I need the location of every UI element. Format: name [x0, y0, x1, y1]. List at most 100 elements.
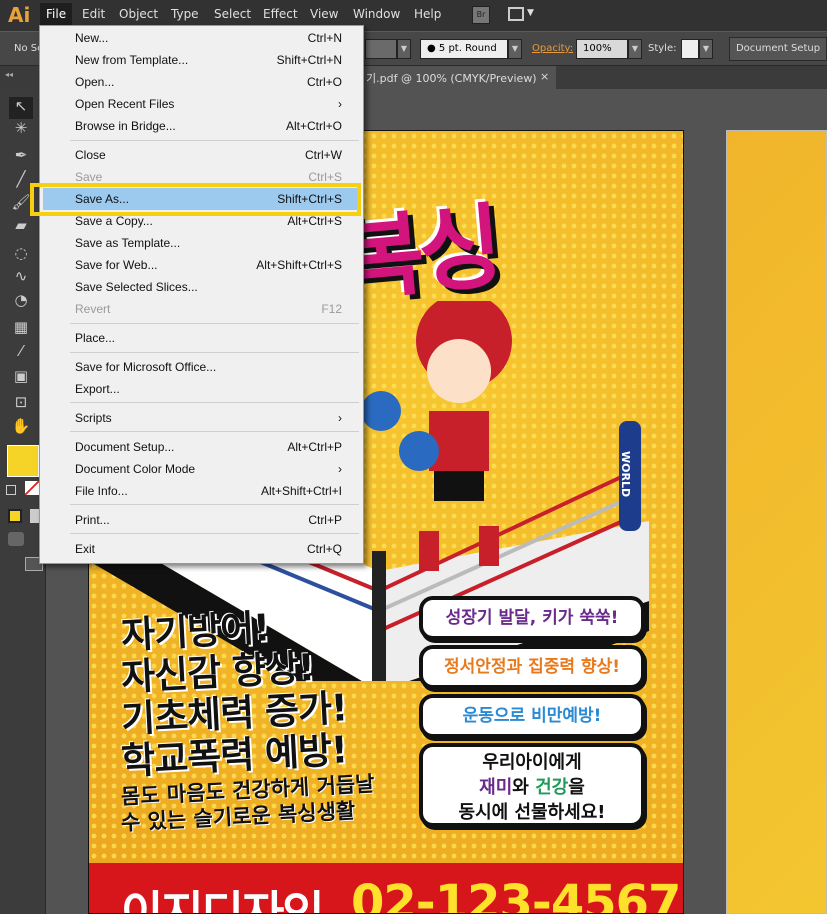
document-setup-button[interactable]: Document Setup	[729, 37, 827, 61]
menu-effect[interactable]: Effect	[263, 7, 298, 21]
magic-wand-tool-icon[interactable]: ✳	[9, 119, 33, 141]
close-tab-icon[interactable]: ×	[540, 70, 549, 83]
menu-item-scripts[interactable]: Scripts ›	[43, 407, 360, 429]
menu-item-file-info[interactable]: File Info... Alt+Shift+Ctrl+I	[43, 480, 360, 502]
menu-item-revert[interactable]: Revert F12	[43, 298, 360, 320]
artboard-secondary	[726, 130, 827, 914]
selection-tool-icon[interactable]: ↖	[9, 97, 33, 119]
menu-item-label: Save for Web...	[75, 258, 158, 272]
fill-swatch[interactable]	[7, 445, 39, 477]
menu-item-shortcut: Ctrl+W	[305, 148, 342, 162]
save-as-highlight-box	[30, 183, 361, 216]
menu-item-label: Place...	[75, 331, 116, 345]
menu-item-open-recent-files[interactable]: Open Recent Files ›	[43, 93, 360, 115]
menu-item-label: New...	[75, 31, 109, 45]
app-logo: Ai	[8, 3, 31, 27]
bridge-button[interactable]: Br	[472, 6, 490, 24]
draw-mode-icon[interactable]	[8, 532, 24, 546]
style-swatch[interactable]	[681, 39, 699, 59]
menu-separator	[70, 504, 359, 505]
eraser-tool-icon[interactable]: ▰	[9, 216, 33, 238]
file-menu-dropdown: New... Ctrl+N New from Template... Shift+Ct…	[39, 25, 364, 564]
menu-item-browse-in-bridge[interactable]: Browse in Bridge... Alt+Ctrl+O	[43, 115, 360, 137]
menu-item-new-from-template[interactable]: New from Template... Shift+Ctrl+N	[43, 49, 360, 71]
menu-window[interactable]: Window	[353, 7, 400, 21]
final-message-box: 우리아이에게 재미와 건강을 동시에 선물하세요!	[419, 743, 645, 827]
menu-item-shortcut: F12	[321, 302, 342, 316]
menu-item-label: Revert	[75, 302, 111, 316]
contact-band: 이지디자인 02-123-4567	[89, 863, 683, 914]
menu-item-close[interactable]: Close Ctrl+W	[43, 144, 360, 166]
menu-item-shortcut: Alt+Ctrl+P	[287, 440, 342, 454]
menu-item-document-setup[interactable]: Document Setup... Alt+Ctrl+P	[43, 436, 360, 458]
submenu-arrow-icon: ›	[338, 97, 342, 111]
menu-item-label: Scripts	[75, 411, 112, 425]
collapse-panels-icon[interactable]: ◂◂	[5, 70, 13, 79]
menu-help[interactable]: Help	[414, 7, 441, 21]
benefit-box: 정서안정과 집중력 향상!	[419, 645, 645, 689]
opacity-label[interactable]: Opacity:	[532, 43, 573, 54]
workspace-switcher-icon[interactable]	[508, 7, 524, 21]
rotate-tool-icon[interactable]: ◌	[9, 244, 33, 266]
menu-item-label: Close	[75, 148, 106, 162]
submenu-arrow-icon: ›	[338, 462, 342, 476]
menu-item-document-color-mode[interactable]: Document Color Mode ›	[43, 458, 360, 480]
menu-item-exit[interactable]: Exit Ctrl+Q	[43, 538, 360, 560]
pen-tool-icon[interactable]: ✒	[9, 146, 33, 168]
mesh-tool-icon[interactable]: ▦	[9, 318, 33, 340]
menu-item-label: Print...	[75, 513, 110, 527]
stroke-swatch[interactable]	[25, 481, 39, 495]
hand-tool-icon[interactable]: ✋	[9, 417, 33, 439]
final-line-1: 우리아이에게	[482, 752, 582, 773]
word-particle: 을	[568, 777, 585, 798]
menu-item-open[interactable]: Open... Ctrl+O	[43, 71, 360, 93]
brush-dropdown[interactable]: ▼	[508, 39, 522, 59]
stroke-weight-field[interactable]	[365, 39, 397, 59]
eyedropper-tool-icon[interactable]: ⁄	[9, 342, 33, 364]
artboard-tool-icon[interactable]: ⊡	[9, 393, 33, 415]
menu-separator	[70, 140, 359, 141]
color-mode-icon[interactable]	[8, 509, 22, 523]
menu-item-save-for-microsoft-office[interactable]: Save for Microsoft Office...	[43, 356, 360, 378]
opacity-field[interactable]: 100%	[576, 39, 628, 59]
stroke-dropdown[interactable]: ▼	[397, 39, 411, 59]
menu-file[interactable]: File	[40, 3, 73, 27]
menu-item-label: File Info...	[75, 484, 128, 498]
menu-item-shortcut: Ctrl+Q	[306, 542, 342, 556]
menu-item-shortcut: Alt+Shift+Ctrl+I	[260, 484, 342, 498]
word-fun: 재미	[479, 777, 513, 798]
opacity-dropdown[interactable]: ▼	[628, 39, 642, 59]
default-colors-icon[interactable]	[6, 485, 16, 495]
menu-item-save-selected-slices[interactable]: Save Selected Slices...	[43, 276, 360, 298]
menu-item-save-as-template[interactable]: Save as Template...	[43, 232, 360, 254]
menu-separator	[70, 402, 359, 403]
benefit-box: 성장기 발달, 키가 쑥쑥!	[419, 596, 645, 640]
brand-name: 이지디자인	[121, 886, 325, 914]
chevron-down-icon[interactable]: ▼	[527, 8, 534, 18]
menu-item-label: Open Recent Files	[75, 97, 175, 111]
menu-view[interactable]: View	[310, 7, 338, 21]
shape-builder-tool-icon[interactable]: ◔	[9, 291, 33, 313]
menu-item-new[interactable]: New... Ctrl+N	[43, 27, 360, 49]
final-line-2: 재미와 건강을	[423, 775, 641, 800]
menu-item-save-for-web[interactable]: Save for Web... Alt+Shift+Ctrl+S	[43, 254, 360, 276]
menu-item-label: Document Setup...	[75, 440, 175, 454]
benefit-box: 운동으로 비만예방!	[419, 694, 645, 738]
menu-edit[interactable]: Edit	[82, 7, 105, 21]
symbol-sprayer-tool-icon[interactable]: ▣	[9, 367, 33, 389]
menu-item-print[interactable]: Print... Ctrl+P	[43, 509, 360, 531]
submenu-arrow-icon: ›	[338, 411, 342, 425]
menu-item-place[interactable]: Place...	[43, 327, 360, 349]
menu-separator	[70, 533, 359, 534]
menu-separator	[70, 352, 359, 353]
menu-object[interactable]: Object	[119, 7, 158, 21]
menu-item-label: Export...	[75, 382, 120, 396]
menu-select[interactable]: Select	[214, 7, 251, 21]
warp-tool-icon[interactable]: ∿	[9, 267, 33, 289]
document-tab[interactable]: 기.pdf @ 100% (CMYK/Preview)	[362, 66, 556, 89]
style-dropdown[interactable]: ▼	[699, 39, 713, 59]
menu-item-export[interactable]: Export...	[43, 378, 360, 400]
brush-field[interactable]: ● 5 pt. Round	[420, 39, 508, 59]
menu-item-label: Save for Microsoft Office...	[75, 360, 217, 374]
menu-type[interactable]: Type	[171, 7, 199, 21]
